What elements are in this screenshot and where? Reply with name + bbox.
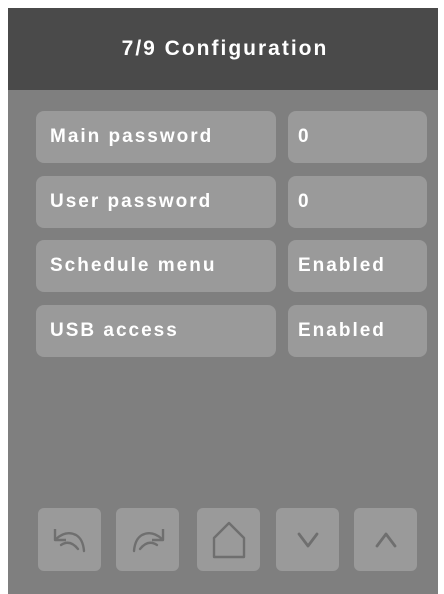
schedule-menu-value-button[interactable]: Enabled xyxy=(288,240,427,292)
chevron-up-icon xyxy=(375,532,396,547)
user-password-value-button[interactable]: 0 xyxy=(288,176,427,228)
usb-access-value-button[interactable]: Enabled xyxy=(288,305,427,357)
forward-button[interactable] xyxy=(116,508,179,571)
page-title: 7/9 Configuration xyxy=(121,37,329,60)
setting-row-user-password: User password 0 xyxy=(36,176,427,228)
chevron-down-icon xyxy=(297,532,318,547)
setting-row-usb-access: USB access Enabled xyxy=(36,305,427,357)
setting-row-main-password: Main password 0 xyxy=(36,111,427,163)
scroll-down-button[interactable] xyxy=(276,508,339,571)
main-password-label: Main password xyxy=(36,111,276,163)
user-password-label: User password xyxy=(36,176,276,228)
home-icon xyxy=(212,521,245,558)
forward-arrow-icon xyxy=(132,528,164,552)
setting-row-schedule-menu: Schedule menu Enabled xyxy=(36,240,427,292)
home-button[interactable] xyxy=(197,508,260,571)
header-bar: 7/9 Configuration xyxy=(8,8,438,90)
usb-access-label: USB access xyxy=(36,305,276,357)
back-button[interactable] xyxy=(38,508,101,571)
scroll-up-button[interactable] xyxy=(354,508,417,571)
schedule-menu-label: Schedule menu xyxy=(36,240,276,292)
device-screen: 7/9 Configuration Main password 0 User p… xyxy=(8,8,438,594)
main-password-value-button[interactable]: 0 xyxy=(288,111,427,163)
back-arrow-icon xyxy=(53,528,85,552)
